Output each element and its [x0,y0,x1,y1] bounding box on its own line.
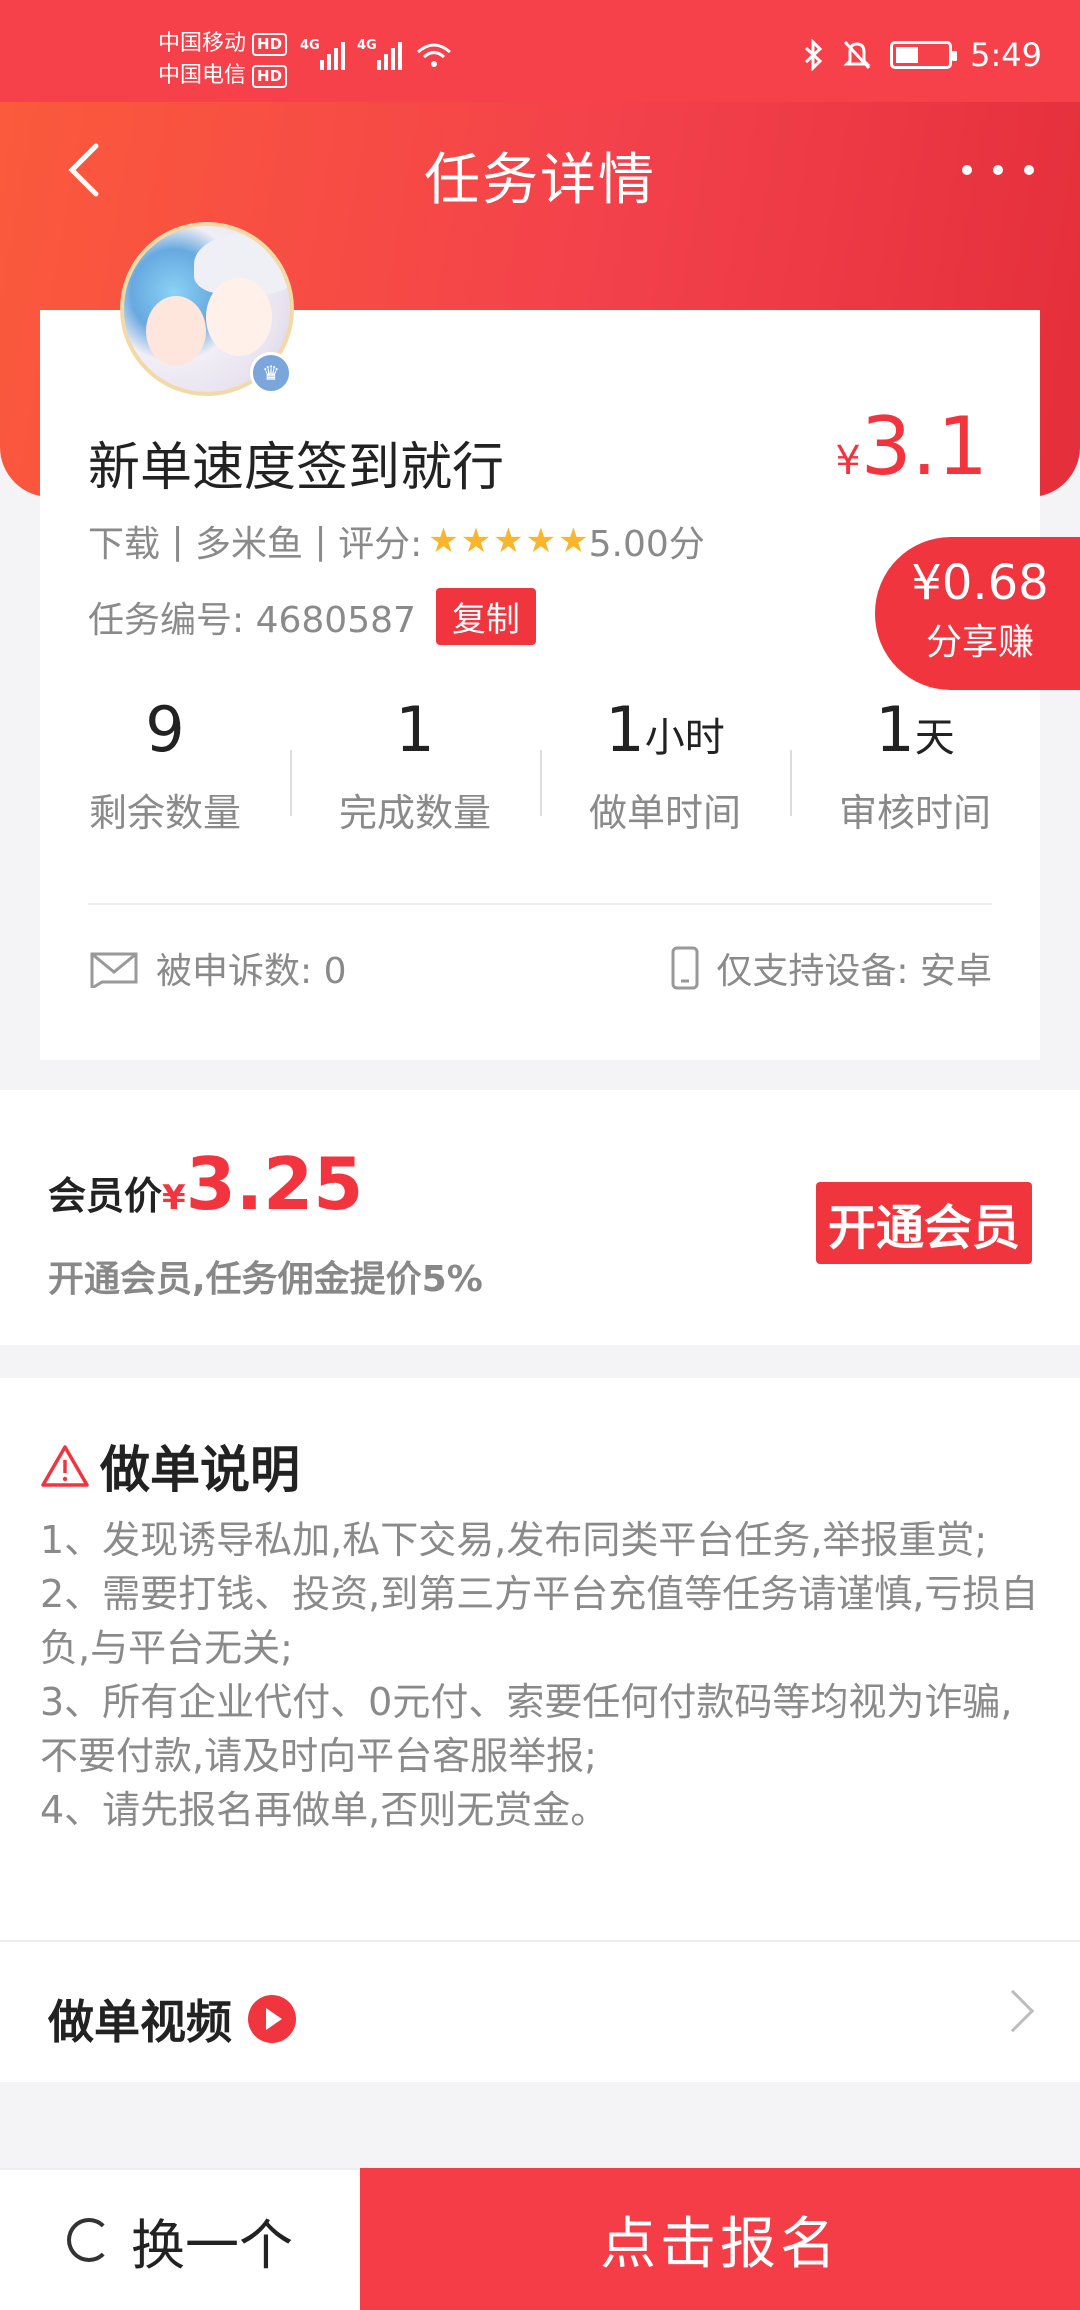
signup-button[interactable]: 点击报名 [360,2168,1080,2310]
device-info: 仅支持设备: 安卓 [670,942,992,994]
hd-badge: HD [252,64,288,88]
list-item: 2、需要打钱、投资,到第三方平台充值等任务请谨慎,亏损自负,与平台无关; [40,1572,1039,1670]
bluetooth-icon [805,39,823,71]
carrier-2: 中国电信 [158,63,247,88]
status-bar: 中国移动 HD 中国电信 HD 4G 4G 5:49 [0,0,1080,102]
phone-icon [671,946,699,990]
refresh-icon [67,2218,111,2262]
star-icon: ★ [460,521,492,561]
task-meta: 下载 | 多米鱼 | 评分: ★ ★ ★ ★ ★ 5.00分 [88,515,705,567]
stat-remaining: 9 剩余数量 [88,693,241,835]
rating-value: 5.00分 [588,524,705,565]
member-description: 开通会员,任务佣金提价5% [48,1259,483,1300]
stat-completed: 1 完成数量 [290,690,540,840]
task-card: 新单速度签到就行 ¥3.1 下载 | 多米鱼 | 评分: ★ ★ ★ ★ ★ 5… [40,310,1040,1060]
more-icon[interactable] [962,150,1034,190]
page-title: 任务详情 [424,148,656,213]
signal-icons: 4G 4G [300,38,454,70]
chevron-right-icon [991,1989,1035,2033]
share-amount: ¥0.68 [911,555,1049,611]
list-item: 1、发现诱导私加,私下交易,发布同类平台任务,举报重赏; [40,1518,988,1562]
star-icon: ★ [428,521,459,561]
rating-label: 评分: [338,524,423,565]
list-item: 3、所有企业代付、0元付、索要任何付款码等均视为诈骗,不要付款,请及时向平台客服… [40,1680,1013,1778]
clock: 5:49 [970,36,1042,74]
complaints-count: 0 [323,951,347,992]
stat-review-time: 1天 审核时间 [790,690,1040,840]
task-number: 4680587 [255,599,416,641]
switch-task-button[interactable]: 换一个 [0,2168,360,2310]
wifi-icon [417,43,451,67]
complaint-icon [90,952,138,988]
instructions-section: 做单说明 1、发现诱导私加,私下交易,发布同类平台任务,举报重赏; 2、需要打钱… [0,1378,1080,1940]
play-icon [248,1995,296,2043]
signal-icon: 4G [357,38,402,70]
copy-button[interactable]: 复制 [435,588,536,645]
star-icon: ★ [558,521,589,561]
stat-work-time: 1小时 做单时间 [540,690,790,840]
instructions-title: 做单说明 [40,1430,300,1502]
warning-icon [41,1445,89,1487]
task-price: ¥3.1 [835,400,988,493]
task-stats: 9 剩余数量 1 完成数量 1小时 做单时间 1天 审核时间 [40,690,1040,840]
carrier-1: 中国移动 [158,31,247,56]
task-number-label: 任务编号: [88,599,245,641]
bottom-bar: 换一个 点击报名 [0,2168,1080,2310]
share-earn-button[interactable]: ¥0.68 分享赚 [875,537,1080,690]
carrier-info: 中国移动 HD 中国电信 HD [158,28,288,92]
star-icon: ★ [493,521,524,561]
task-publisher: 多米鱼 [195,524,304,565]
status-right: 5:49 [802,36,1042,74]
bell-muted-icon [843,40,871,70]
crown-icon: ♛ [250,352,292,394]
list-item: 4、请先报名再做单,否则无赏金。 [40,1788,609,1832]
open-member-button[interactable]: 开通会员 [815,1182,1032,1264]
hd-badge: HD [252,32,288,56]
divider [88,903,992,905]
task-video-label: 做单视频 [48,1986,296,2052]
task-number-row: 任务编号: 4680587 复制 [88,588,536,645]
battery-icon [890,41,958,69]
task-video-row[interactable]: 做单视频 [0,1940,1080,2082]
member-section: 会员价 ¥3.25 开通会员,任务佣金提价5% 开通会员 [0,1090,1080,1345]
member-price: 会员价 ¥3.25 [48,1142,364,1226]
instructions-list: 1、发现诱导私加,私下交易,发布同类平台任务,举报重赏; 2、需要打钱、投资,到… [40,1513,1050,1837]
task-category: 下载 [88,524,161,565]
device-value: 安卓 [919,951,992,992]
rating-stars: ★ ★ ★ ★ ★ [428,524,588,558]
star-icon: ★ [525,521,557,561]
share-label: 分享赚 [925,622,1034,663]
signal-icon: 4G [300,38,345,70]
task-title: 新单速度签到就行 [88,438,505,498]
complaints-info: 被申诉数: 0 [88,942,347,994]
